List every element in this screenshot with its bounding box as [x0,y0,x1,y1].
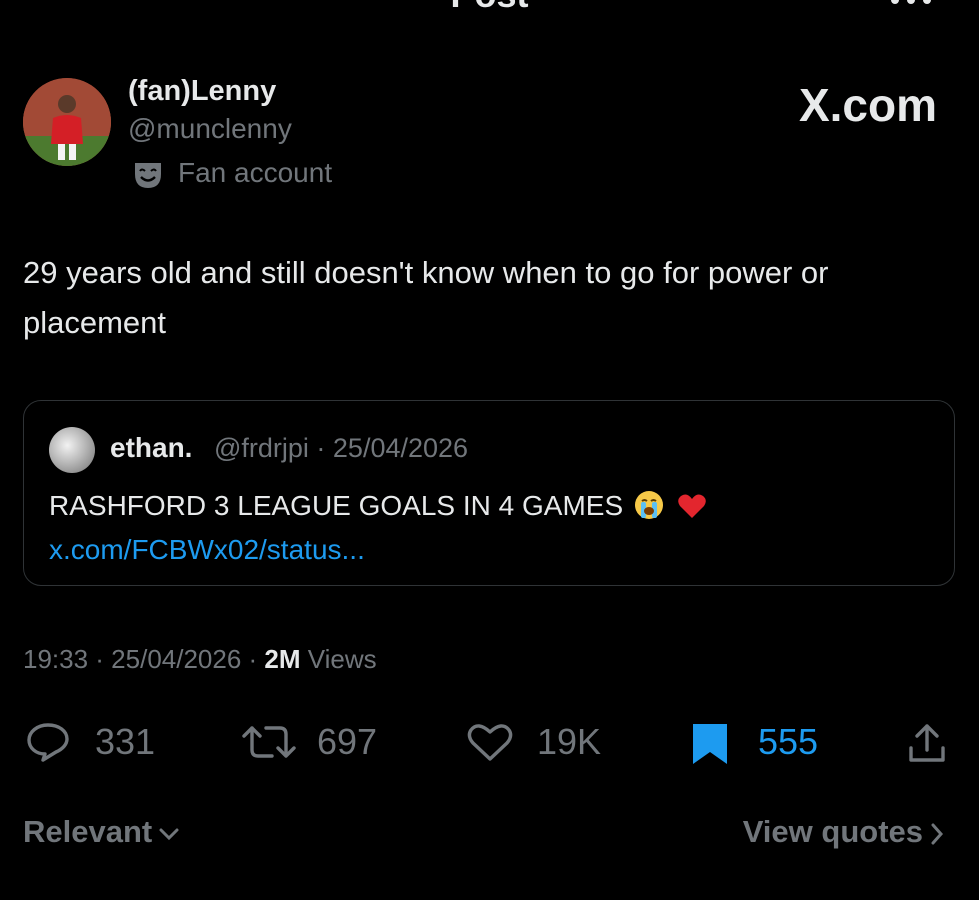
quoted-post-card[interactable]: ethan. @frdrjpi · 25/04/2026 RASHFORD 3 … [23,400,955,586]
post-metadata: 19:33 · 25/04/2026 · 2M Views [23,644,377,675]
chevron-down-icon [159,828,179,840]
heart-icon [467,724,513,761]
page-title: Post [0,0,979,16]
post-text: 29 years old and still doesn't know when… [23,255,829,340]
quote-author-name: ethan. [110,432,193,463]
quote-text: RASHFORD 3 LEAGUE GOALS IN 4 GAMES [49,490,624,521]
red-heart-icon [677,494,706,518]
quote-author-meta: @frdrjpi · 25/04/2026 [214,433,469,463]
author-name[interactable]: (fan)Lenny [128,75,276,108]
badge-label: Fan account [178,157,333,188]
like-count: 19K [537,721,602,762]
bookmark-icon [693,724,727,764]
reply-sort-dropdown[interactable]: Relevant [23,814,180,850]
views-label: Views [300,644,377,674]
sort-label: Relevant [23,814,153,849]
quote-link[interactable]: x.com/FCBWx02/status... [49,534,365,565]
author-handle[interactable]: @munclenny [128,113,292,145]
action-bar: 331 697 19K 555 [0,716,979,766]
theater-mask-icon [135,163,161,188]
quote-author-avatar [49,427,95,473]
views-count: 2M [264,644,301,674]
x-com-watermark: X.com [798,79,937,131]
quote-text-block: RASHFORD 3 LEAGUE GOALS IN 4 GAMES x.com… [49,484,929,572]
view-quotes-label: View quotes [742,814,923,849]
repost-icon [242,726,296,758]
chevron-right-icon [931,823,944,845]
repost-count: 697 [317,721,378,762]
loudly-crying-face-icon [634,491,663,519]
reply-icon [27,723,69,762]
reply-count: 331 [95,721,156,762]
post-timestamp: 19:33 · 25/04/2026 · [23,644,265,674]
top-bar: Post [0,0,979,30]
bookmark-count: 555 [758,721,819,762]
share-icon [909,724,945,762]
author-avatar[interactable] [23,78,111,166]
more-options-icon[interactable] [891,0,935,6]
view-quotes-link[interactable]: View quotes [743,814,945,850]
